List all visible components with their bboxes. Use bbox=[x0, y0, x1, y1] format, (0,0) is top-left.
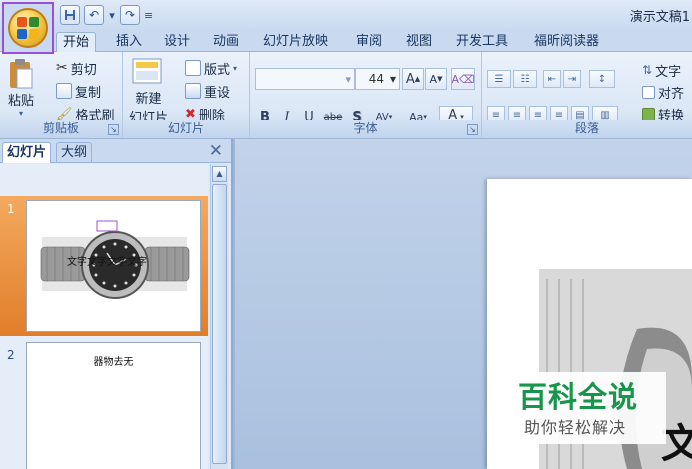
scissors-icon: ✂ bbox=[56, 60, 68, 76]
text-direction-button[interactable]: ⇅ 文字 bbox=[642, 60, 681, 80]
font-group-label: 字体 bbox=[250, 120, 481, 138]
undo-dropdown-icon[interactable]: ▾ bbox=[108, 9, 116, 22]
save-icon[interactable] bbox=[60, 5, 80, 25]
office-logo-icon bbox=[17, 17, 39, 39]
cut-label: 剪切 bbox=[70, 62, 97, 78]
cut-button[interactable]: ✂ 剪切 bbox=[56, 58, 97, 78]
copy-button[interactable]: 复制 bbox=[56, 81, 101, 101]
tab-review[interactable]: 审阅 bbox=[350, 32, 388, 53]
new-slide-label-1: 新建 bbox=[135, 92, 162, 107]
copy-icon bbox=[56, 83, 72, 99]
grow-font-icon: A bbox=[405, 71, 415, 87]
slide-thumbnails: 1 文字文字文字文字 2 器物去无 bbox=[0, 164, 208, 469]
slide-2-text: 器物去无 bbox=[93, 357, 134, 368]
slide-number-1: 1 bbox=[7, 202, 15, 216]
align-text-icon bbox=[642, 85, 655, 99]
redo-icon[interactable]: ↷ bbox=[120, 5, 140, 25]
new-slide-icon bbox=[132, 58, 161, 84]
smartart-icon bbox=[642, 107, 655, 121]
slide-thumbnail-2[interactable]: 器物去无 bbox=[26, 342, 201, 469]
tab-animation[interactable]: 动画 bbox=[207, 32, 245, 53]
tab-view[interactable]: 视图 bbox=[400, 32, 438, 53]
clipboard-group: 粘贴 ▾ ✂ 剪切 复制 🖌 格式刷 剪贴板 ↘ bbox=[0, 52, 123, 138]
tab-developer[interactable]: 开发工具 bbox=[450, 32, 514, 53]
close-icon[interactable]: ✕ bbox=[209, 141, 223, 161]
font-name-combo[interactable]: ▾ bbox=[255, 68, 355, 90]
paste-label: 粘贴 bbox=[8, 94, 35, 109]
ribbon: 粘贴 ▾ ✂ 剪切 复制 🖌 格式刷 剪贴板 ↘ 新建 幻灯片 版式 ▾ 重设 … bbox=[0, 52, 692, 138]
bullets-button[interactable]: ☰ bbox=[487, 70, 511, 88]
slide-number-2: 2 bbox=[7, 348, 15, 362]
undo-icon[interactable]: ↶ bbox=[84, 5, 104, 25]
font-size-combo[interactable]: 44 ▾ bbox=[355, 68, 400, 90]
scroll-up-icon[interactable]: ▲ bbox=[212, 166, 227, 182]
clear-format-button[interactable]: A⌫ bbox=[451, 68, 475, 90]
watermark-subtitle: 助你轻松解决 bbox=[524, 418, 627, 437]
pane-tabs: 幻灯片 大纲 ✕ bbox=[0, 139, 231, 163]
tab-home[interactable]: 开始 bbox=[56, 32, 97, 53]
paragraph-group-label: 段落 bbox=[482, 120, 692, 138]
pane-scrollbar[interactable]: ▲ bbox=[210, 164, 228, 469]
tab-design[interactable]: 设计 bbox=[158, 32, 196, 53]
office-orb-icon bbox=[8, 8, 48, 48]
slides-group-label: 幻灯片 bbox=[123, 120, 249, 138]
decrease-indent-button[interactable]: ⇤ bbox=[543, 70, 561, 88]
reset-button[interactable]: 重设 bbox=[185, 81, 230, 101]
align-text-label: 对齐 bbox=[658, 86, 685, 102]
layout-label: 版式 bbox=[204, 62, 231, 78]
tab-foxit[interactable]: 福昕阅读器 bbox=[528, 32, 605, 53]
tab-slides[interactable]: 幻灯片 bbox=[2, 142, 52, 163]
slides-group: 新建 幻灯片 版式 ▾ 重设 ✖ 删除 幻灯片 bbox=[123, 52, 250, 138]
tab-slideshow[interactable]: 幻灯片放映 bbox=[257, 32, 334, 53]
window-title: 演示文稿1 bbox=[629, 10, 690, 25]
reset-label: 重设 bbox=[204, 85, 231, 101]
paste-icon bbox=[10, 59, 33, 89]
watermark-title: 百科全说 bbox=[518, 380, 639, 414]
shrink-font-button[interactable]: A ▼ bbox=[425, 68, 447, 90]
numbering-button[interactable]: ☷ bbox=[513, 70, 537, 88]
quick-access-toolbar: ↶ ▾ ↷ ≡ bbox=[60, 5, 153, 25]
ribbon-tabs: 开始 插入 设计 动画 幻灯片放映 审阅 视图 开发工具 福昕阅读器 bbox=[0, 30, 692, 53]
tab-insert[interactable]: 插入 bbox=[110, 32, 148, 53]
copy-label: 复制 bbox=[75, 85, 102, 101]
font-size-value: 44 bbox=[368, 72, 384, 86]
clipboard-group-label: 剪贴板 bbox=[0, 120, 122, 138]
slides-pane: 幻灯片 大纲 ✕ 1 文字文字文字文字 2 器物去无 ▲ bbox=[0, 139, 233, 469]
shrink-font-icon: A bbox=[429, 72, 438, 86]
new-slide-button[interactable]: 新建 幻灯片 bbox=[129, 58, 168, 126]
paste-button[interactable]: 粘贴 ▾ bbox=[8, 58, 34, 118]
scroll-thumb[interactable] bbox=[212, 184, 227, 464]
slide-1-text: 文字文字文字文字 bbox=[67, 257, 147, 268]
layout-button[interactable]: 版式 ▾ bbox=[185, 58, 237, 78]
font-group: ▾ 44 ▾ A ▲ A ▼ A⌫ B I U abe S AV ▾ Aa ▾ A ▾ 字体… bbox=[250, 52, 482, 138]
watermark-logo: 百科全说 助你轻松解决 bbox=[514, 372, 666, 444]
office-button[interactable] bbox=[2, 2, 54, 54]
text-direction-icon: ⇅ bbox=[642, 63, 653, 77]
increase-indent-button[interactable]: ⇥ bbox=[563, 70, 581, 88]
text-direction-label: 文字 bbox=[655, 64, 682, 80]
paste-dropdown-icon: ▾ bbox=[19, 109, 24, 118]
grow-font-button[interactable]: A ▲ bbox=[402, 68, 424, 90]
title-bar: ↶ ▾ ↷ ≡ 演示文稿1 bbox=[0, 0, 692, 30]
paragraph-group: ☰ ☷ ⇤ ⇥ ↕ ⇅ 文字 对齐 转换 ≡ ≡ ≡ ≡ ▤ ▥ 段落 bbox=[482, 52, 692, 138]
align-text-button[interactable]: 对齐 bbox=[642, 82, 684, 102]
tab-outline[interactable]: 大纲 bbox=[56, 142, 93, 163]
slide-thumbnail-1[interactable]: 文字文字文字文字 bbox=[26, 200, 201, 332]
customize-qat-icon[interactable]: ≡ bbox=[144, 9, 153, 22]
clear-format-icon: A⌫ bbox=[451, 72, 475, 86]
clipboard-launcher-icon[interactable]: ↘ bbox=[108, 124, 119, 135]
layout-dropdown-icon: ▾ bbox=[233, 63, 238, 73]
reset-icon bbox=[185, 83, 201, 99]
layout-icon bbox=[185, 60, 201, 76]
font-launcher-icon[interactable]: ↘ bbox=[467, 124, 478, 135]
line-spacing-button[interactable]: ↕ bbox=[589, 70, 615, 88]
